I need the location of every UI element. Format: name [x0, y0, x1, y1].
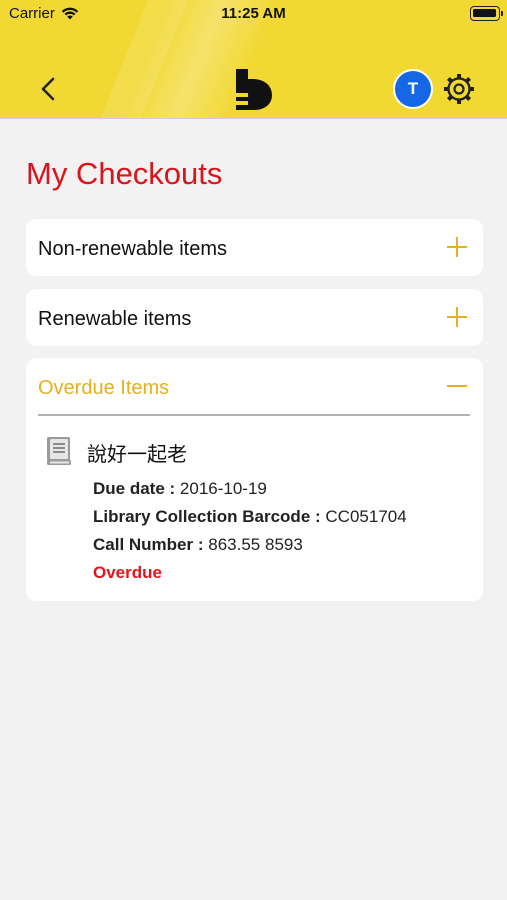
section-title: Overdue Items [38, 377, 170, 399]
section-header[interactable]: Non-renewable items [26, 219, 483, 275]
section-title: Renewable items [38, 308, 192, 330]
plus-icon[interactable] [447, 307, 467, 327]
overdue-status: Overdue [93, 563, 162, 582]
section-renewable[interactable]: Renewable items [26, 289, 483, 346]
gear-icon[interactable] [441, 71, 477, 107]
barcode-label: Library Collection Barcode : [93, 507, 321, 526]
book-icon [47, 437, 71, 465]
section-overdue: Overdue Items 說好一起老 Due date : 2016-10-1… [26, 358, 483, 601]
due-date-value: 2016-10-19 [179, 479, 267, 498]
plus-icon[interactable] [447, 237, 467, 257]
minus-icon[interactable] [447, 385, 467, 387]
call-number-row: Call Number : 863.55 8593 [93, 535, 303, 555]
due-date-label: Due date : [93, 479, 176, 498]
clock: 11:25 AM [221, 5, 286, 22]
section-header[interactable]: Overdue Items [26, 358, 483, 414]
avatar[interactable]: T [393, 69, 433, 109]
call-number-value: 863.55 8593 [208, 535, 303, 554]
divider [38, 414, 470, 416]
b-logo-icon [236, 69, 272, 110]
section-non-renewable[interactable]: Non-renewable items [26, 219, 483, 276]
back-button[interactable] [34, 72, 64, 106]
page-title: My Checkouts [26, 156, 223, 191]
app-header: Carrier 11:25 AM T [0, 0, 507, 119]
call-number-label: Call Number : [93, 535, 204, 554]
due-date-row: Due date : 2016-10-19 [93, 479, 267, 499]
battery-icon [470, 6, 503, 21]
barcode-row: Library Collection Barcode : CC051704 [93, 507, 407, 527]
battery-level [473, 9, 496, 17]
section-header[interactable]: Renewable items [26, 289, 483, 345]
section-title: Non-renewable items [38, 238, 227, 260]
barcode-value: CC051704 [325, 507, 407, 526]
status-bar: Carrier 11:25 AM [0, 0, 507, 30]
item-title: 說好一起老 [87, 442, 187, 466]
